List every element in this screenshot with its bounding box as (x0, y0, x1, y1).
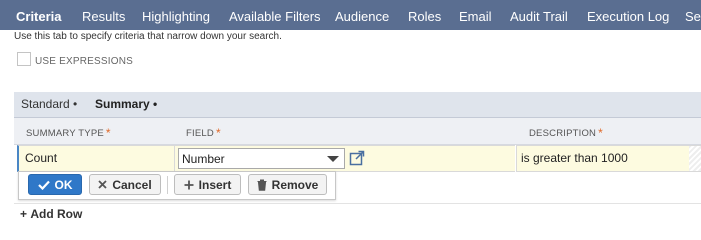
subtab-summary-label: Summary (95, 97, 150, 111)
tab-available-filters-label: Available Filters (229, 9, 321, 24)
tab-available-filters[interactable]: Available Filters (229, 0, 321, 30)
tab-criteria-label: Criteria (16, 9, 62, 24)
subtab-summary[interactable]: Summary • (95, 97, 157, 111)
grid-header: SUMMARY TYPE * FIELD * DESCRIPTION * (14, 118, 701, 145)
insert-button[interactable]: Insert (174, 174, 241, 195)
required-mark: * (598, 126, 603, 140)
criteria-subtabs: Standard • Summary • (14, 92, 701, 118)
tab-criteria[interactable]: Criteria (16, 0, 62, 30)
tab-execution-log[interactable]: Execution Log (587, 0, 669, 30)
column-header-summary-type: SUMMARY TYPE * (26, 126, 111, 140)
description-value: is greater than 1000 (521, 151, 628, 165)
row-action-bar: OK Cancel Insert Remove (18, 171, 336, 200)
open-link-icon[interactable] (349, 150, 365, 166)
chevron-down-icon (327, 156, 339, 162)
cancel-button-label: Cancel (112, 177, 152, 192)
description-header-label: DESCRIPTION (529, 128, 597, 139)
divider (14, 203, 701, 204)
tab-roles[interactable]: Roles (408, 0, 441, 30)
summary-type-header-label: SUMMARY TYPE (26, 128, 104, 139)
ok-button[interactable]: OK (28, 174, 82, 195)
subtab-summary-dot: • (153, 97, 158, 111)
table-row: Count Number is greater than 1000 (14, 145, 701, 172)
summary-type-value: Count (25, 151, 58, 165)
add-row-label: Add Row (30, 207, 83, 221)
column-header-field: FIELD * (186, 126, 221, 140)
use-expressions-label: USE EXPRESSIONS (35, 56, 134, 67)
tab-execution-log-label: Execution Log (587, 9, 670, 24)
subtab-standard-label: Standard (21, 97, 70, 111)
tab-email[interactable]: Email (459, 0, 492, 30)
field-cell: Number (175, 145, 515, 172)
insert-button-label: Insert (198, 177, 232, 192)
tab-highlighting[interactable]: Highlighting (142, 0, 210, 30)
required-mark: * (215, 126, 221, 140)
separator (167, 176, 168, 194)
tab-results[interactable]: Results (82, 0, 125, 30)
subtab-standard[interactable]: Standard • (21, 97, 77, 111)
description-cell[interactable]: is greater than 1000 (516, 145, 690, 172)
tab-audit-trail[interactable]: Audit Trail (510, 0, 568, 30)
field-select[interactable]: Number (178, 148, 345, 169)
cancel-button[interactable]: Cancel (89, 174, 161, 195)
remove-button-label: Remove (271, 177, 319, 192)
tab-more[interactable]: Sea (685, 0, 701, 30)
field-header-label: FIELD (186, 128, 214, 139)
summary-type-cell[interactable]: Count (17, 145, 175, 172)
ok-button-label: OK (54, 177, 73, 192)
subtab-standard-dot: • (73, 97, 78, 111)
tab-audience[interactable]: Audience (335, 0, 389, 30)
use-expressions-checkbox[interactable] (17, 52, 31, 66)
row-filler-cell (689, 145, 701, 172)
tab-highlighting-label: Highlighting (142, 9, 210, 24)
remove-button[interactable]: Remove (248, 174, 327, 195)
required-mark: * (105, 126, 111, 140)
tab-results-label: Results (82, 9, 126, 24)
add-row-button[interactable]: + Add Row (20, 207, 82, 221)
plus-icon: + (20, 207, 28, 221)
tab-email-label: Email (459, 9, 492, 24)
help-text: Use this tab to specify criteria that na… (14, 31, 282, 42)
checkmark-icon (37, 180, 50, 190)
top-tab-bar: Criteria Results Highlighting Available … (0, 0, 701, 30)
tab-more-label: Sea (685, 9, 701, 24)
tab-audit-trail-label: Audit Trail (510, 9, 568, 24)
column-header-description: DESCRIPTION * (529, 126, 603, 140)
close-icon (98, 180, 107, 189)
trash-icon (257, 179, 267, 191)
tab-roles-label: Roles (408, 9, 442, 24)
tab-audience-label: Audience (335, 9, 390, 24)
plus-icon (184, 180, 194, 189)
field-select-value: Number (182, 152, 225, 166)
